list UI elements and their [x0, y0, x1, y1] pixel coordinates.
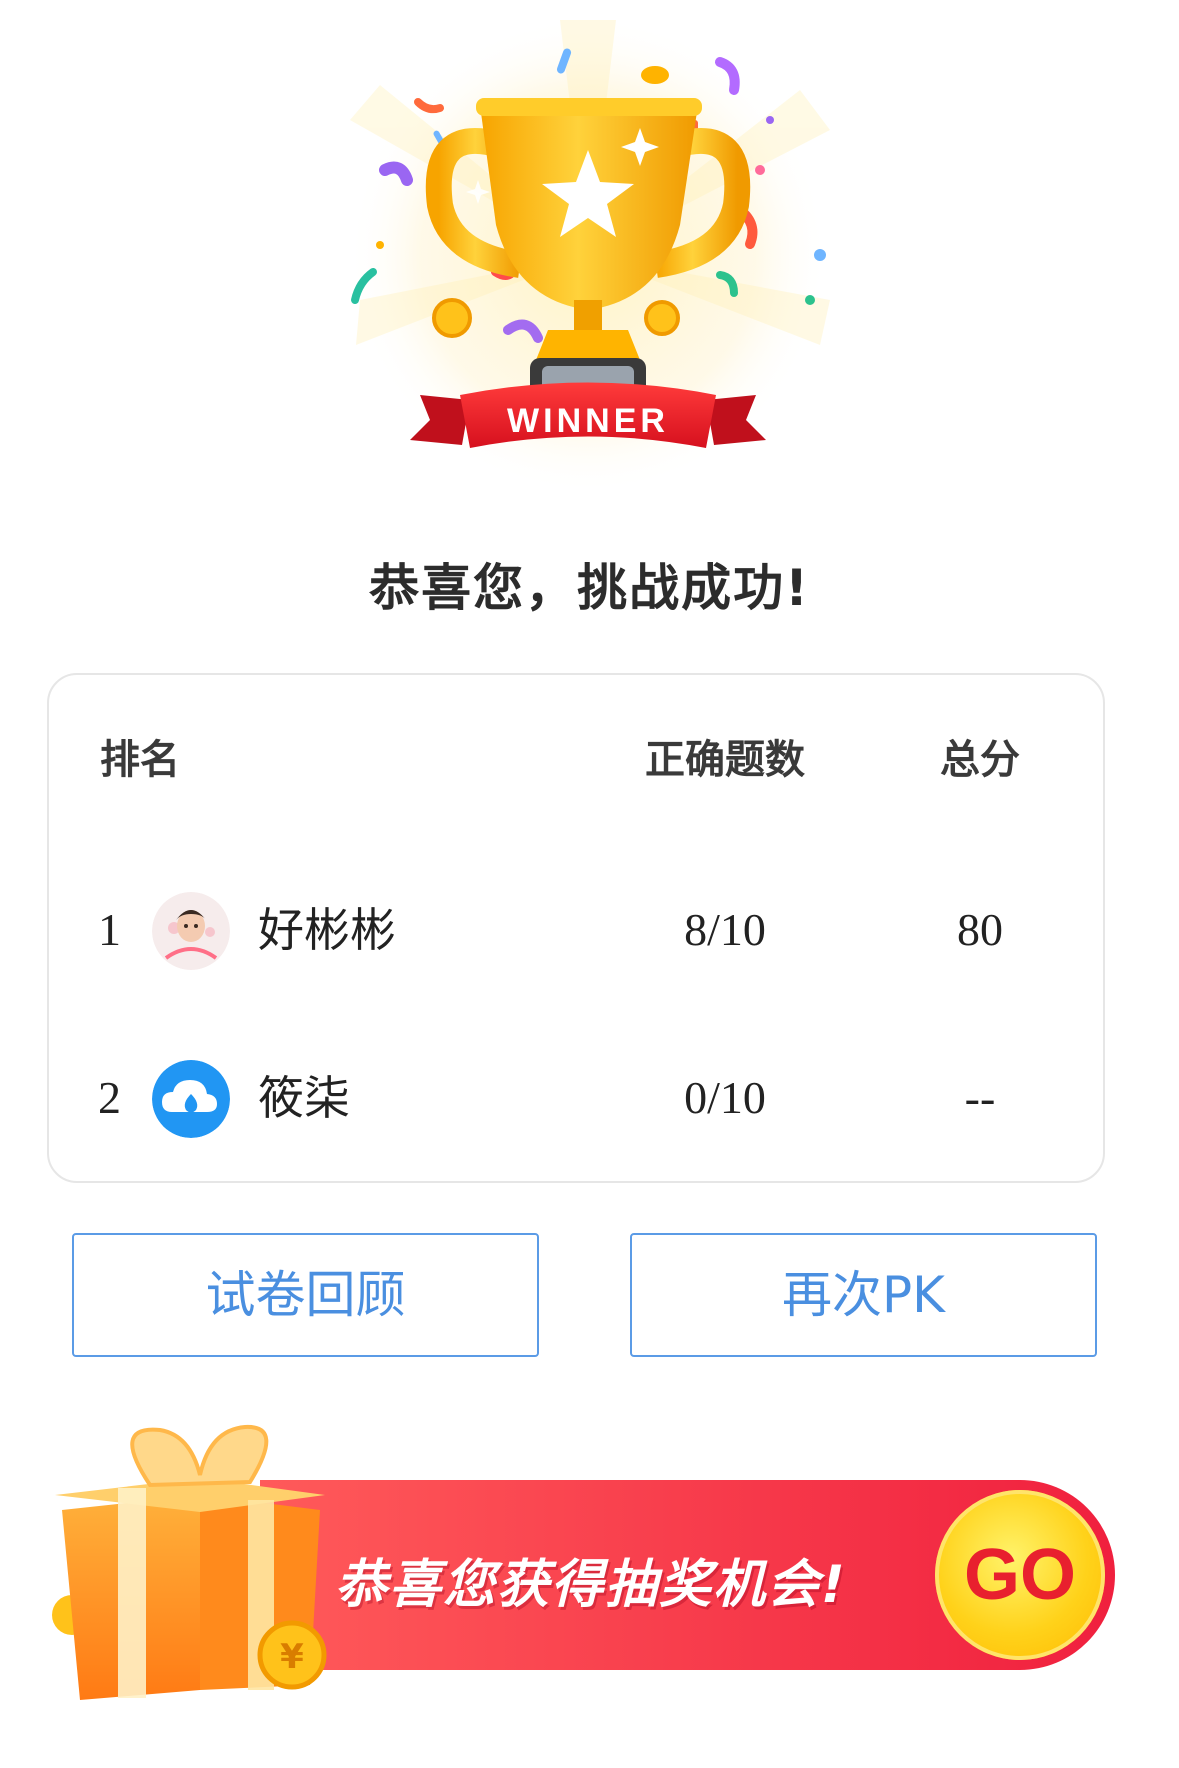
header-score: 总分 [940, 737, 1020, 783]
lottery-banner-text: 恭喜您获得抽奖机会! [335, 1555, 847, 1615]
header-rank: 排名 [100, 737, 180, 783]
trophy-hero: WINNER [0, 0, 1179, 520]
player-name: 好彬彬 [258, 903, 396, 957]
avatar [152, 1060, 230, 1138]
lottery-banner[interactable]: ¥ 恭喜您获得抽奖机会! GO [0, 1400, 1179, 1730]
correct-count: 8/10 [684, 904, 766, 955]
avatar [152, 892, 230, 970]
user-photo-avatar-icon [152, 892, 230, 970]
svg-text:¥: ¥ [280, 1637, 304, 1677]
trophy-illustration: WINNER [348, 15, 830, 495]
go-button[interactable]: GO [935, 1490, 1105, 1660]
rank-number: 2 [98, 1072, 121, 1123]
page-title: 恭喜您，挑战成功! [369, 559, 810, 617]
rank-number: 1 [98, 904, 121, 955]
player-name: 筱柒 [258, 1071, 350, 1125]
table-row: 2 筱柒 0/10 -- [0, 1048, 1179, 1148]
winner-badge-text: WINNER [507, 402, 669, 440]
total-score: 80 [957, 904, 1003, 955]
cloud-avatar-icon [152, 1060, 230, 1138]
pk-again-button[interactable]: 再次PK [630, 1233, 1097, 1357]
header-correct: 正确题数 [645, 737, 805, 783]
yen-coin-icon: ¥ [257, 1620, 327, 1690]
total-score: -- [964, 1072, 996, 1123]
correct-count: 0/10 [684, 1072, 766, 1123]
table-header: 排名 正确题数 总分 [0, 710, 1179, 810]
table-row: 1 好彬彬 8/10 80 [0, 880, 1179, 980]
review-paper-button[interactable]: 试卷回顾 [72, 1233, 539, 1357]
